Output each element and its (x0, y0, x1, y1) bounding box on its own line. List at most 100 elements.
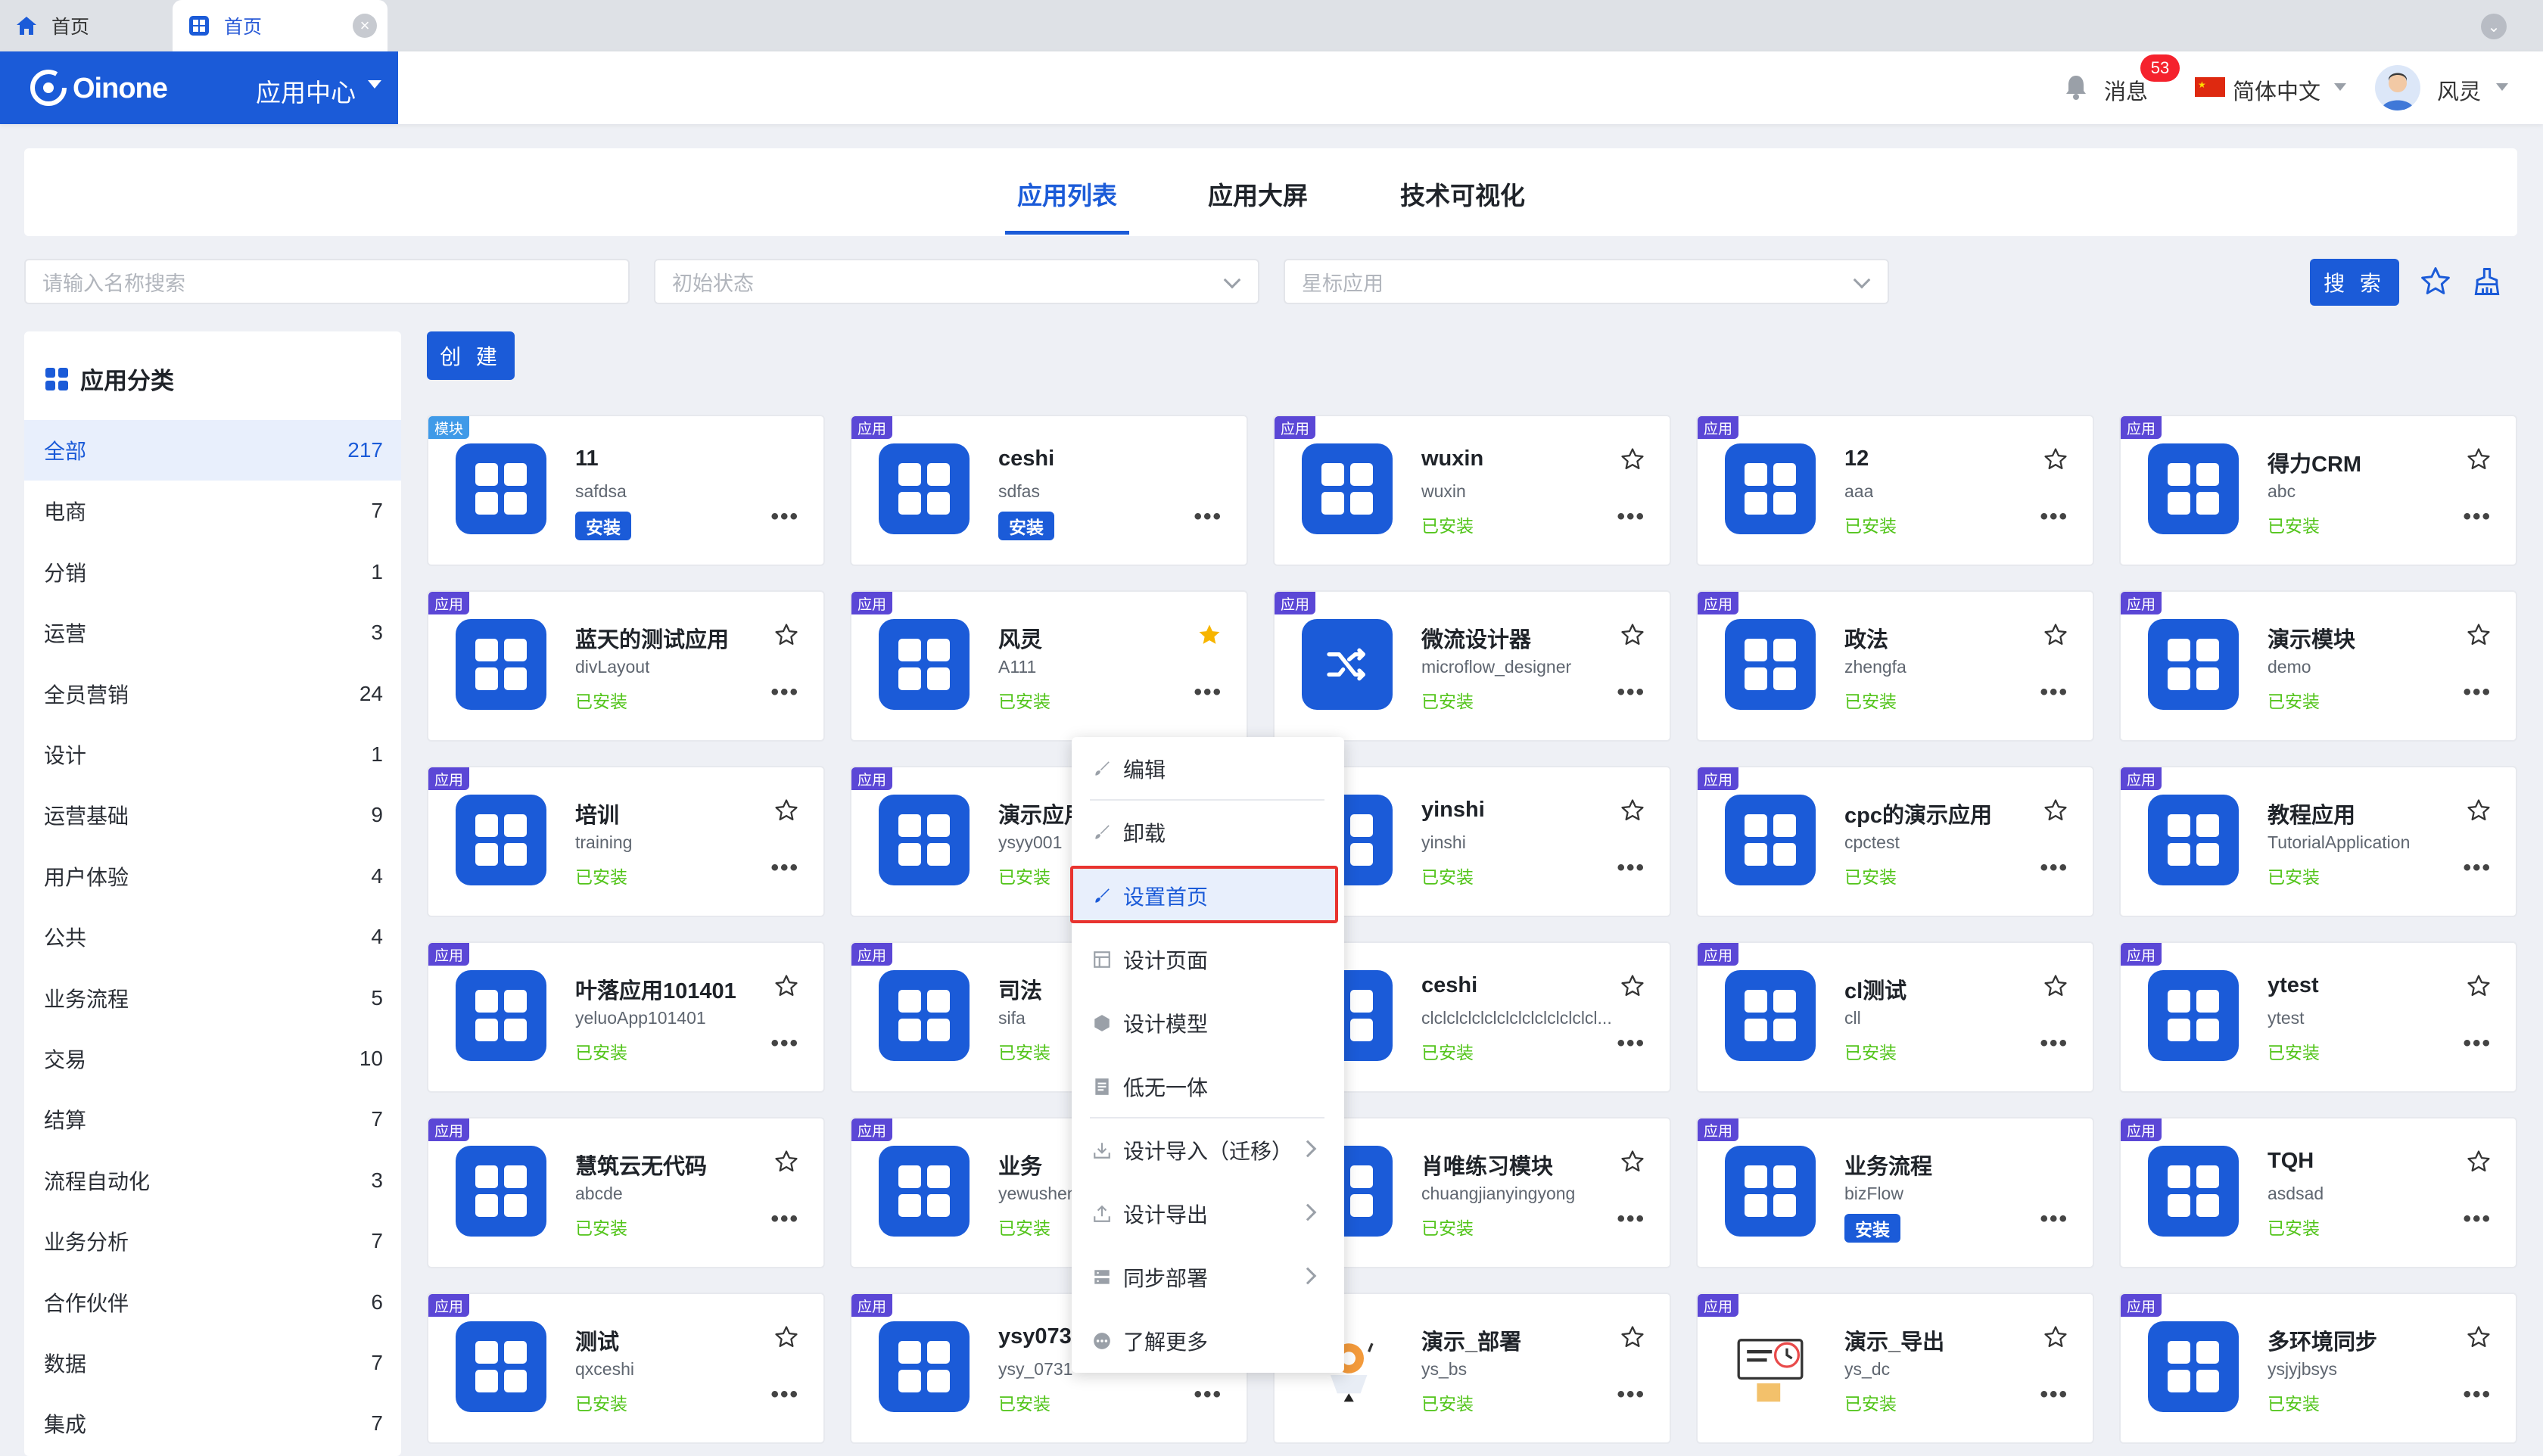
tab-app-dashboard[interactable]: 应用大屏 (1208, 176, 1308, 212)
messages-link[interactable]: 消息 (2104, 74, 2148, 106)
more-icon[interactable]: ••• (770, 857, 799, 879)
more-icon[interactable]: ••• (2040, 1208, 2068, 1230)
tab-tech-visualization[interactable]: 技术可视化 (1400, 176, 1525, 212)
more-icon[interactable]: ••• (770, 1383, 799, 1406)
more-icon[interactable]: ••• (2463, 1208, 2492, 1230)
app-card[interactable]: 应用 12 aaa 已安装 ••• (1696, 415, 2094, 566)
app-card[interactable]: 应用 风灵 A111 已安装 ••• (850, 590, 1248, 742)
browser-tab-home-1[interactable]: 首页 (0, 0, 173, 51)
more-icon[interactable]: ••• (2040, 681, 2068, 704)
star-icon[interactable] (773, 622, 799, 648)
close-icon[interactable]: × (353, 14, 377, 38)
star-icon[interactable] (773, 798, 799, 823)
user-name[interactable]: 风灵 (2437, 74, 2481, 106)
star-icon[interactable] (1620, 798, 1645, 823)
more-icon[interactable]: ••• (1617, 1383, 1645, 1406)
more-icon[interactable]: ••• (2463, 506, 2492, 528)
more-icon[interactable]: ••• (770, 1208, 799, 1230)
star-icon[interactable] (1620, 446, 1645, 472)
clear-icon[interactable] (2470, 265, 2505, 300)
star-icon[interactable] (773, 1324, 799, 1350)
status-select[interactable]: 初始状态 (654, 259, 1259, 304)
sidebar-item[interactable]: 公共 4 (24, 907, 401, 967)
tab-app-list[interactable]: 应用列表 (1017, 176, 1117, 212)
star-icon[interactable] (773, 1149, 799, 1174)
app-card[interactable]: 应用 ceshi sdfas 安装 ••• (850, 415, 1248, 566)
more-icon[interactable]: ••• (770, 1032, 799, 1055)
more-icon[interactable]: ••• (2463, 681, 2492, 704)
sidebar-item[interactable]: 运营 3 (24, 602, 401, 663)
app-card[interactable]: 应用 演示_导出 ys_dc 已安装 ••• (1696, 1293, 2094, 1444)
app-card[interactable]: 应用 培训 training 已安装 ••• (427, 766, 825, 917)
caret-down-icon[interactable] (2334, 83, 2346, 91)
star-icon[interactable] (2466, 1149, 2492, 1174)
menu-item[interactable]: 卸载 (1072, 801, 1344, 864)
app-card[interactable]: 应用 政法 zhengfa 已安装 ••• (1696, 590, 2094, 742)
caret-down-icon[interactable] (2496, 83, 2508, 91)
star-icon[interactable] (2043, 798, 2068, 823)
menu-item[interactable]: 设计导入（迁移） (1072, 1118, 1344, 1182)
more-icon[interactable]: ••• (1617, 857, 1645, 879)
sidebar-item[interactable]: 全员营销 24 (24, 664, 401, 724)
install-button[interactable]: 安装 (998, 512, 1054, 540)
create-button[interactable]: 创 建 (427, 331, 515, 380)
menu-item[interactable]: 设计页面 (1072, 928, 1344, 991)
sidebar-item[interactable]: 集成 7 (24, 1393, 401, 1454)
menu-item[interactable]: 同步部署 (1072, 1246, 1344, 1309)
app-card[interactable]: 应用 cl测试 cll 已安装 ••• (1696, 941, 2094, 1093)
app-card[interactable]: 应用 叶落应用101401 yeluoApp101401 已安装 ••• (427, 941, 825, 1093)
menu-item[interactable]: 了解更多 (1072, 1309, 1344, 1373)
more-icon[interactable]: ••• (1617, 681, 1645, 704)
star-icon[interactable] (1620, 973, 1645, 999)
app-card[interactable]: 应用 TQH asdsad 已安装 ••• (2119, 1117, 2517, 1268)
more-icon[interactable]: ••• (2040, 1032, 2068, 1055)
more-icon[interactable]: ••• (2040, 1383, 2068, 1406)
more-icon[interactable]: ••• (1617, 1208, 1645, 1230)
sidebar-item[interactable]: 数据 7 (24, 1333, 401, 1393)
star-select[interactable]: 星标应用 (1284, 259, 1889, 304)
app-card[interactable]: 应用 业务流程 bizFlow 安装 ••• (1696, 1117, 2094, 1268)
sidebar-item[interactable]: 交易 10 (24, 1028, 401, 1089)
more-icon[interactable]: ••• (2463, 1383, 2492, 1406)
menu-item[interactable]: 低无一体 (1072, 1055, 1344, 1118)
app-card[interactable]: 应用 微流设计器 microflow_designer 已安装 ••• (1273, 590, 1671, 742)
star-icon[interactable] (2043, 446, 2068, 472)
menu-item[interactable]: 设置首页 (1072, 864, 1344, 928)
star-icon[interactable] (2466, 973, 2492, 999)
language-selector[interactable]: 简体中文 (2233, 74, 2320, 106)
sidebar-item[interactable]: 运营基础 9 (24, 785, 401, 845)
app-card[interactable]: 应用 蓝天的测试应用 divLayout 已安装 ••• (427, 590, 825, 742)
more-icon[interactable]: ••• (2463, 857, 2492, 879)
sidebar-item[interactable]: 设计 1 (24, 724, 401, 785)
chevron-down-icon[interactable]: ⌄ (2481, 14, 2507, 39)
bell-icon[interactable] (2065, 74, 2090, 101)
app-card[interactable]: 应用 cpc的演示应用 cpctest 已安装 ••• (1696, 766, 2094, 917)
sidebar-item[interactable]: 电商 7 (24, 481, 401, 541)
star-icon[interactable] (1620, 622, 1645, 648)
sidebar-item[interactable]: 全部 217 (24, 420, 401, 481)
more-icon[interactable]: ••• (770, 681, 799, 704)
install-button[interactable]: 安装 (1844, 1214, 1900, 1243)
more-icon[interactable]: ••• (770, 506, 799, 528)
star-icon[interactable] (2466, 446, 2492, 472)
star-icon[interactable] (2466, 798, 2492, 823)
star-icon[interactable] (2466, 622, 2492, 648)
sidebar-item[interactable]: 流程自动化 3 (24, 1150, 401, 1211)
app-card[interactable]: 应用 wuxin wuxin 已安装 ••• (1273, 415, 1671, 566)
more-icon[interactable]: ••• (1617, 506, 1645, 528)
search-button[interactable]: 搜 索 (2310, 259, 2399, 306)
more-icon[interactable]: ••• (1617, 1032, 1645, 1055)
app-card[interactable]: 应用 多环境同步 ysjyjbsys 已安装 ••• (2119, 1293, 2517, 1444)
app-card[interactable]: 应用 ytest ytest 已安装 ••• (2119, 941, 2517, 1093)
star-icon[interactable] (2043, 973, 2068, 999)
more-icon[interactable]: ••• (1194, 681, 1222, 704)
sidebar-item[interactable]: 合作伙伴 6 (24, 1272, 401, 1333)
more-icon[interactable]: ••• (2040, 857, 2068, 879)
app-center-dropdown[interactable]: 应用中心 (256, 73, 356, 109)
sidebar-item[interactable]: 业务流程 5 (24, 968, 401, 1028)
more-icon[interactable]: ••• (1194, 1383, 1222, 1406)
menu-item[interactable]: 设计模型 (1072, 991, 1344, 1055)
install-button[interactable]: 安装 (575, 512, 631, 540)
sidebar-item[interactable]: 结算 7 (24, 1089, 401, 1150)
star-icon[interactable] (2466, 1324, 2492, 1350)
